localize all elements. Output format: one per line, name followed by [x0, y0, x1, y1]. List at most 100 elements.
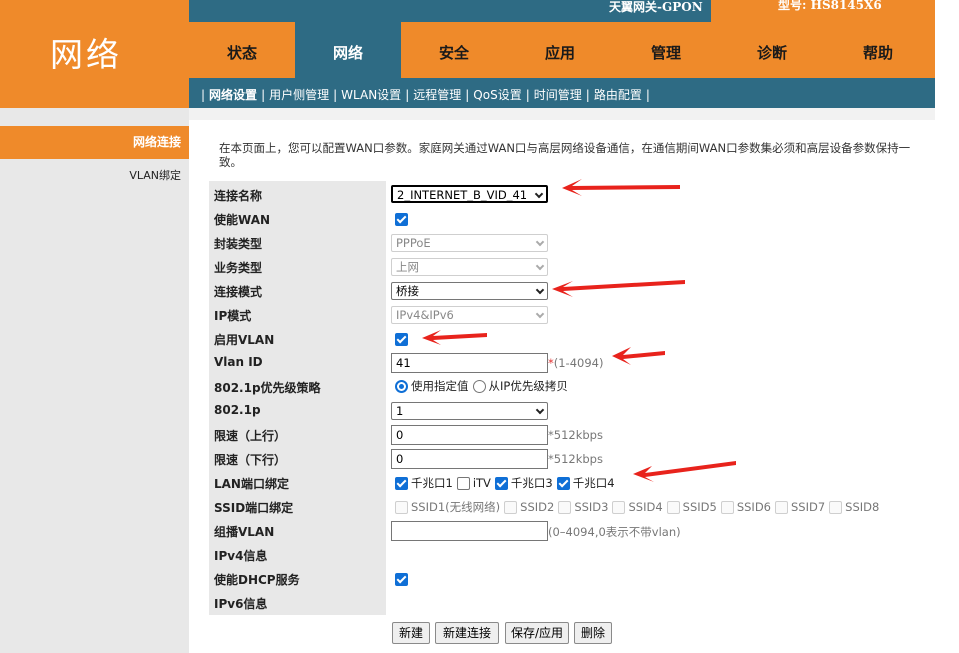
- label-vlan-id: Vlan ID: [214, 355, 263, 369]
- 8021p-value: 1: [396, 404, 404, 418]
- sub-nav-separator: |: [525, 87, 530, 102]
- tab-manage[interactable]: 管理: [613, 22, 719, 78]
- 8021p-select[interactable]: 1: [391, 402, 548, 420]
- label-ip-mode: IP模式: [214, 309, 252, 323]
- tab-diagnose[interactable]: 诊断: [719, 22, 825, 78]
- lan-port-itv-label: iTV: [472, 476, 491, 490]
- left-menu: [0, 108, 189, 653]
- ip-mode-select: IPv4&IPv6: [391, 306, 548, 324]
- enable-vlan-checkbox[interactable]: [395, 333, 408, 346]
- ssid1-label: SSID1(无线网络): [411, 500, 501, 514]
- label-rate-up: 限速（上行）: [214, 429, 287, 443]
- multicast-vlan-hint: (0–4094,0表示不带vlan): [548, 525, 681, 539]
- save-apply-button[interactable]: 保存/应用: [505, 622, 569, 644]
- subnav-user-side[interactable]: 用户侧管理: [269, 86, 329, 103]
- leftmenu-network-connection[interactable]: 网络连接: [0, 126, 189, 159]
- ssid4-checkbox: [612, 500, 626, 514]
- label-connection-mode: 连接模式: [214, 285, 263, 299]
- sub-nav-separator: |: [465, 87, 470, 102]
- ssid2-checkbox: [504, 500, 518, 514]
- ssid5-checkbox: [666, 500, 680, 514]
- lan-port-4-label: 千兆口4: [572, 476, 615, 490]
- enable-wan-checkbox[interactable]: [395, 213, 408, 226]
- ip-mode-value: IPv4&IPv6: [396, 308, 454, 322]
- rate-down-hint: *512kbps: [548, 452, 603, 466]
- sub-nav-separator: |: [585, 87, 590, 102]
- page-title: 网络: [50, 35, 122, 74]
- rate-down-input[interactable]: 0: [391, 449, 548, 469]
- ssid6-checkbox: [720, 500, 734, 514]
- tab-network[interactable]: 网络: [295, 22, 401, 78]
- intro-text: 在本页面上，您可以配置WAN口参数。家庭网关通过WAN口与高层网络设备通信，在通…: [219, 141, 911, 169]
- ssid5-label: SSID5: [682, 500, 717, 514]
- brand-name: 天翼网关-GPON: [609, 0, 703, 14]
- label-rate-down: 限速（下行）: [214, 453, 287, 467]
- lan-port-3-checkbox[interactable]: [494, 476, 508, 490]
- connection-mode-select[interactable]: 桥接: [391, 282, 548, 300]
- tab-apps[interactable]: 应用: [507, 22, 613, 78]
- service-type-select: 上网: [391, 258, 548, 276]
- subnav-time[interactable]: 时间管理: [534, 86, 582, 103]
- vlan-id-input[interactable]: 41: [391, 353, 548, 373]
- encapsulation-value: PPPoE: [396, 236, 431, 250]
- tab-security[interactable]: 安全: [401, 22, 507, 78]
- ssid3-checkbox: [558, 500, 572, 514]
- label-ipv6-info: IPv6信息: [214, 597, 268, 611]
- ssid4-label: SSID4: [628, 500, 663, 514]
- new-connection-button[interactable]: 新建连接: [435, 622, 499, 644]
- main-nav: 状态 网络 安全 应用 管理 诊断 帮助: [189, 22, 935, 78]
- encapsulation-select: PPPoE: [391, 234, 548, 252]
- enable-dhcp-checkbox[interactable]: [395, 573, 408, 586]
- ssid8-checkbox: [829, 500, 843, 514]
- tab-status[interactable]: 状态: [189, 22, 295, 78]
- label-lan-binding: LAN端口绑定: [214, 477, 289, 491]
- priority-policy-group: 使用指定值 从IP优先级拷贝: [395, 378, 572, 394]
- priority-specified-radio[interactable]: [395, 379, 408, 393]
- connection-name-select[interactable]: 2_INTERNET_B_VID_41: [391, 185, 548, 203]
- connection-name-value: 2_INTERNET_B_VID_41: [397, 188, 528, 202]
- delete-button[interactable]: 删除: [574, 622, 612, 644]
- ssid2-label: SSID2: [520, 500, 555, 514]
- service-type-value: 上网: [396, 260, 419, 274]
- chevron-down-icon: [535, 309, 545, 319]
- label-enable-wan: 使能WAN: [214, 213, 271, 227]
- ssid-port-group: SSID1(无线网络) SSID2 SSID3 SSID4 SSID5 SSID…: [395, 499, 883, 515]
- label-8021p: 802.1p: [214, 403, 261, 417]
- chevron-down-icon: [534, 189, 544, 199]
- subnav-routing[interactable]: 路由配置: [594, 86, 642, 103]
- ssid7-label: SSID7: [791, 500, 826, 514]
- rate-up-input[interactable]: 0: [391, 425, 548, 445]
- vlan-id-range: (1-4094): [553, 356, 604, 370]
- tab-help[interactable]: 帮助: [825, 22, 931, 78]
- vlan-id-hint: *(1-4094): [548, 356, 603, 370]
- logo-panel: 网络: [0, 0, 189, 108]
- ssid6-label: SSID6: [736, 500, 771, 514]
- annotation-arrow-icon: [422, 330, 487, 345]
- new-button[interactable]: 新建: [392, 622, 430, 644]
- subnav-network-settings[interactable]: 网络设置: [209, 86, 257, 103]
- annotation-arrow-icon: [562, 179, 680, 196]
- sub-nav-separator: |: [405, 87, 410, 102]
- lan-port-itv-checkbox[interactable]: [456, 476, 470, 490]
- label-connection-name: 连接名称: [214, 189, 263, 203]
- leftmenu-vlan-binding[interactable]: VLAN绑定: [0, 166, 189, 186]
- content-divider: [189, 108, 935, 120]
- subnav-wlan[interactable]: WLAN设置: [341, 86, 401, 103]
- annotation-arrow-icon: [552, 280, 685, 297]
- sub-nav-separator: |: [261, 87, 266, 102]
- lan-port-group: 千兆口1 iTV 千兆口3 千兆口4: [395, 475, 619, 491]
- chevron-down-icon: [535, 237, 545, 247]
- chevron-down-icon: [535, 405, 545, 415]
- lan-port-1-label: 千兆口1: [411, 476, 453, 490]
- label-encapsulation: 封装类型: [214, 237, 263, 251]
- subnav-qos[interactable]: QoS设置: [473, 86, 521, 103]
- priority-copy-radio[interactable]: [472, 379, 486, 393]
- label-enable-dhcp: 使能DHCP服务: [214, 573, 300, 587]
- multicast-vlan-input[interactable]: [391, 521, 548, 541]
- lan-port-4-checkbox[interactable]: [556, 476, 570, 490]
- subnav-remote[interactable]: 远程管理: [413, 86, 461, 103]
- lan-port-1-checkbox[interactable]: [395, 476, 408, 490]
- ssid1-checkbox: [395, 500, 408, 514]
- sub-nav-separator: |: [645, 87, 650, 102]
- chevron-down-icon: [535, 261, 545, 271]
